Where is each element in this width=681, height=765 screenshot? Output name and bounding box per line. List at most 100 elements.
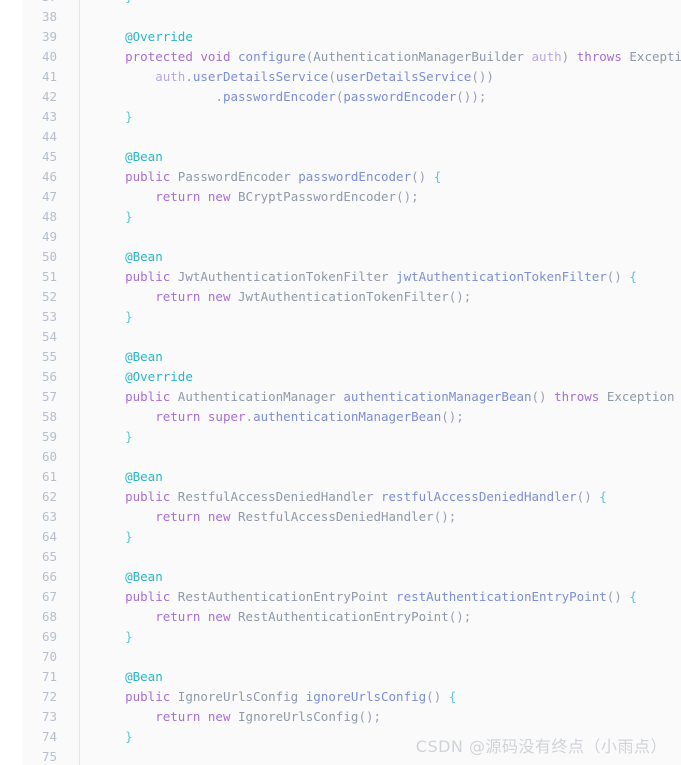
token-punct: (): [411, 169, 427, 184]
code-line[interactable]: 45 @Bean: [22, 147, 681, 167]
code-line[interactable]: 53 }: [22, 307, 681, 327]
code-line[interactable]: 74 }: [22, 727, 681, 747]
line-number: 65: [41, 549, 57, 564]
token-type: AuthenticationManager: [177, 389, 336, 404]
code-line[interactable]: 66 @Bean: [22, 567, 681, 587]
code-line[interactable]: 55 @Bean: [22, 347, 681, 367]
code-line[interactable]: 58 return super.authenticationManagerBea…: [22, 407, 681, 427]
token-keyword: new: [207, 509, 231, 524]
token-punct: .: [245, 409, 254, 424]
code-line[interactable]: 47 return new BCryptPasswordEncoder();: [22, 187, 681, 207]
code-line[interactable]: 37 }: [22, 0, 681, 7]
code-line[interactable]: 63 return new RestfulAccessDeniedHandler…: [22, 507, 681, 527]
code-line[interactable]: 65: [22, 547, 681, 567]
line-number: 59: [41, 429, 57, 444]
line-number: 61: [41, 469, 57, 484]
code-line-text: }: [95, 727, 133, 747]
code-line[interactable]: 60: [22, 447, 681, 467]
token-punct: ();: [441, 409, 464, 424]
line-number: 70: [41, 649, 57, 664]
code-line[interactable]: 57 public AuthenticationManager authenti…: [22, 387, 681, 407]
line-number: 40: [41, 49, 57, 64]
code-line[interactable]: 64 }: [22, 527, 681, 547]
code-line-text: }: [95, 527, 133, 547]
token-brace: }: [125, 629, 133, 644]
line-number: 64: [41, 529, 57, 544]
token-punct: (): [606, 589, 622, 604]
code-line[interactable]: 39 @Override: [22, 27, 681, 47]
code-line[interactable]: 61 @Bean: [22, 467, 681, 487]
token-punct: ();: [433, 509, 457, 524]
code-line[interactable]: 40 protected void configure(Authenticati…: [22, 47, 681, 67]
code-line[interactable]: 42 .passwordEncoder(passwordEncoder());: [22, 87, 681, 107]
token-type: PasswordEncoder: [177, 169, 291, 184]
code-line[interactable]: 41 auth.userDetailsService(userDetailsSe…: [22, 67, 681, 87]
code-line[interactable]: 56 @Override: [22, 367, 681, 387]
code-line[interactable]: 72 public IgnoreUrlsConfig ignoreUrlsCon…: [22, 687, 681, 707]
code-line[interactable]: 69 }: [22, 627, 681, 647]
code-line-text: return new RestfulAccessDeniedHandler();: [95, 507, 456, 527]
line-number: 67: [41, 589, 57, 604]
line-number: 52: [41, 289, 57, 304]
code-line[interactable]: 44: [22, 127, 681, 147]
code-line[interactable]: 54: [22, 327, 681, 347]
token-method: passwordEncoder: [343, 89, 457, 104]
token-brace: }: [125, 0, 133, 4]
code-line[interactable]: 52 return new JwtAuthenticationTokenFilt…: [22, 287, 681, 307]
line-number: 71: [41, 669, 57, 684]
code-line[interactable]: 68 return new RestAuthenticationEntryPoi…: [22, 607, 681, 627]
token-punct: (): [426, 689, 442, 704]
code-line[interactable]: 43 }: [22, 107, 681, 127]
line-number: 55: [41, 349, 57, 364]
code-line[interactable]: 46 public PasswordEncoder passwordEncode…: [22, 167, 681, 187]
token-keyword: new: [207, 609, 231, 624]
code-line[interactable]: 48 }: [22, 207, 681, 227]
code-line[interactable]: 50 @Bean: [22, 247, 681, 267]
token-method: restAuthenticationEntryPoint: [396, 589, 607, 604]
token-method: ignoreUrlsConfig: [305, 689, 427, 704]
token-type: RestfulAccessDeniedHandler: [238, 509, 434, 524]
token-keyword: protected: [125, 49, 193, 64]
code-line[interactable]: 62 public RestfulAccessDeniedHandler res…: [22, 487, 681, 507]
code-line-text: return new IgnoreUrlsConfig();: [95, 707, 381, 727]
token-punct: (): [606, 269, 622, 284]
token-keyword: void: [200, 49, 231, 64]
code-scroll-area[interactable]: 37 }3839 @Override40 protected void conf…: [22, 0, 681, 765]
code-line[interactable]: 70: [22, 647, 681, 667]
code-line[interactable]: 67 public RestAuthenticationEntryPoint r…: [22, 587, 681, 607]
code-line[interactable]: 73 return new IgnoreUrlsConfig();: [22, 707, 681, 727]
token-method: jwtAuthenticationTokenFilter: [396, 269, 607, 284]
code-line-text: return super.authenticationManagerBean()…: [95, 407, 464, 427]
token-punct: ()): [471, 69, 494, 84]
code-line-text: return new JwtAuthenticationTokenFilter(…: [95, 287, 471, 307]
code-line[interactable]: 49: [22, 227, 681, 247]
token-annotation: @Bean: [125, 469, 163, 484]
token-brace: {: [448, 689, 457, 704]
code-line[interactable]: 51 public JwtAuthenticationTokenFilter j…: [22, 267, 681, 287]
token-keyword: public: [125, 689, 171, 704]
token-punct: (: [328, 69, 336, 84]
code-line[interactable]: 38: [22, 7, 681, 27]
code-line[interactable]: 75: [22, 747, 681, 765]
code-line-text: protected void configure(AuthenticationM…: [95, 47, 681, 67]
line-number: 56: [41, 369, 57, 384]
token-keyword: return: [155, 189, 201, 204]
code-line[interactable]: 71 @Bean: [22, 667, 681, 687]
token-type: JwtAuthenticationTokenFilter: [177, 269, 389, 284]
code-line[interactable]: 59 }: [22, 427, 681, 447]
